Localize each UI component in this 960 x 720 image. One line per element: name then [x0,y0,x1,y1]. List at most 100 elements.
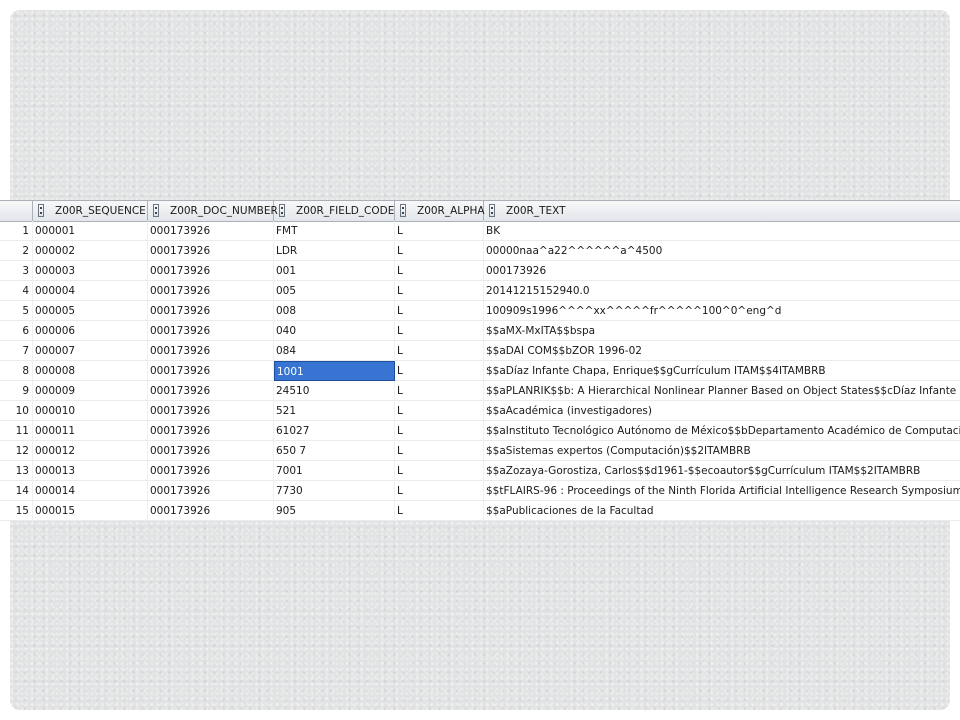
table-row[interactable]: 13 000013 000173926 7001 L $$aZozaya-Gorostiz… [0,461,960,481]
cell-sequence[interactable]: 000014 [33,481,148,501]
cell-doc-number[interactable]: 000173926 [148,401,274,421]
table-row[interactable]: 12 000012 000173926 650 7 L $$aSistemas exper… [0,441,960,461]
cell-doc-number[interactable]: 000173926 [148,381,274,401]
cell-doc-number[interactable]: 000173926 [148,441,274,461]
cell-sequence[interactable]: 000013 [33,461,148,481]
cell-text[interactable]: BK [484,221,960,241]
cell-sequence[interactable]: 000010 [33,401,148,421]
cell-sequence[interactable]: 000008 [33,361,148,381]
cell-sequence[interactable]: 000015 [33,501,148,521]
cell-field-code[interactable]: 24510 [274,381,395,401]
cell-doc-number[interactable]: 000173926 [148,421,274,441]
cell-text[interactable]: $$aDíaz Infante Chapa, Enrique$$gCurrícu… [484,361,960,381]
cell-sequence[interactable]: 000007 [33,341,148,361]
cell-text[interactable]: $$aInstituto Tecnológico Autónomo de Méx… [484,421,960,441]
column-header-doc-number[interactable]: Z00R_DOC_NUMBER [148,201,278,221]
cell-text[interactable]: $$tFLAIRS-96 : Proceedings of the Ninth … [484,481,960,501]
cell-text[interactable]: 00000naa^a22^^^^^^a^4500 [484,241,960,261]
column-header-sequence[interactable]: Z00R_SEQUENCE [33,201,148,221]
cell-text[interactable]: 100909s1996^^^^xx^^^^^fr^^^^^100^0^eng^d [484,301,960,321]
cell-doc-number[interactable]: 000173926 [148,221,274,241]
cell-sequence[interactable]: 000002 [33,241,148,261]
table-row[interactable]: 5 000005 000173926 008 L 100909s1996^^^^xx^^^… [0,301,960,321]
cell-alpha[interactable]: L [395,281,484,301]
sort-icon[interactable] [279,204,285,217]
sort-icon[interactable] [489,204,495,217]
table-row[interactable]: 9 000009 000173926 24510 L $$aPLANRIK$$b: A H… [0,381,960,401]
cell-sequence[interactable]: 000011 [33,421,148,441]
table-row[interactable]: 11 000011 000173926 61027 L $$aInstituto Tecn… [0,421,960,441]
column-header-field-code[interactable]: Z00R_FIELD_CODE [274,201,395,221]
cell-field-code[interactable]: LDR [274,241,395,261]
cell-alpha[interactable]: L [395,421,484,441]
cell-field-code[interactable]: 084 [274,341,395,361]
table-row[interactable]: 10 000010 000173926 521 L $$aAcadémica (inves… [0,401,960,421]
cell-field-code[interactable]: 005 [274,281,395,301]
cell-alpha[interactable]: L [395,501,484,521]
cell-text[interactable]: $$aZozaya-Gorostiza, Carlos$$d1961-$$eco… [484,461,960,481]
cell-field-code[interactable]: FMT [274,221,395,241]
table-row[interactable]: 3 000003 000173926 001 L 000173926 [0,261,960,281]
cell-alpha[interactable]: L [395,361,484,381]
cell-doc-number[interactable]: 000173926 [148,321,274,341]
cell-text[interactable]: $$aAcadémica (investigadores) [484,401,960,421]
cell-text[interactable]: 000173926 [484,261,960,281]
sort-icon[interactable] [38,204,44,217]
cell-sequence[interactable]: 000012 [33,441,148,461]
cell-field-code[interactable]: 7001 [274,461,395,481]
cell-text[interactable]: 20141215152940.0 [484,281,960,301]
table-row[interactable]: 7 000007 000173926 084 L $$aDAI COM$$bZOR 199… [0,341,960,361]
table-row[interactable]: 8 000008 000173926 1001 L $$aDíaz Infante Cha… [0,361,960,381]
cell-doc-number[interactable]: 000173926 [148,361,274,381]
cell-alpha[interactable]: L [395,441,484,461]
column-header-text[interactable]: Z00R_TEXT [484,201,960,221]
cell-doc-number[interactable]: 000173926 [148,301,274,321]
data-grid[interactable]: Z00R_SEQUENCE Z00R_DOC_NUMBER Z00R_FIELD… [0,200,960,521]
table-row[interactable]: 15 000015 000173926 905 L $$aPublicaciones de… [0,501,960,521]
cell-field-code[interactable]: 650 7 [274,441,395,461]
cell-alpha[interactable]: L [395,381,484,401]
table-row[interactable]: 1 000001 000173926 FMT L BK [0,221,960,241]
cell-text[interactable]: $$aDAI COM$$bZOR 1996-02 [484,341,960,361]
cell-text[interactable]: $$aPublicaciones de la Facultad [484,501,960,521]
cell-alpha[interactable]: L [395,221,484,241]
cell-text[interactable]: $$aPLANRIK$$b: A Hierarchical Nonlinear … [484,381,960,401]
cell-doc-number[interactable]: 000173926 [148,261,274,281]
cell-field-code[interactable]: 001 [274,261,395,281]
cell-doc-number[interactable]: 000173926 [148,481,274,501]
cell-alpha[interactable]: L [395,321,484,341]
cell-doc-number[interactable]: 000173926 [148,461,274,481]
sort-icon[interactable] [400,204,406,217]
table-row[interactable]: 6 000006 000173926 040 L $$aMX-MxITA$$bspa [0,321,960,341]
cell-doc-number[interactable]: 000173926 [148,501,274,521]
cell-alpha[interactable]: L [395,341,484,361]
table-row[interactable]: 4 000004 000173926 005 L 20141215152940.0 [0,281,960,301]
cell-doc-number[interactable]: 000173926 [148,281,274,301]
cell-sequence[interactable]: 000006 [33,321,148,341]
cell-field-code[interactable]: 521 [274,401,395,421]
cell-alpha[interactable]: L [395,401,484,421]
cell-sequence[interactable]: 000009 [33,381,148,401]
cell-text[interactable]: $$aMX-MxITA$$bspa [484,321,960,341]
table-row[interactable]: 2 000002 000173926 LDR L 00000naa^a22^^^^^^a^… [0,241,960,261]
cell-alpha[interactable]: L [395,241,484,261]
cell-alpha[interactable]: L [395,481,484,501]
cell-field-code[interactable]: 1001 [274,361,395,381]
cell-field-code[interactable]: 61027 [274,421,395,441]
cell-sequence[interactable]: 000005 [33,301,148,321]
cell-text[interactable]: $$aSistemas expertos (Computación)$$2ITA… [484,441,960,461]
column-header-alpha[interactable]: Z00R_ALPHA [395,201,485,221]
cell-alpha[interactable]: L [395,261,484,281]
cell-field-code[interactable]: 040 [274,321,395,341]
cell-alpha[interactable]: L [395,301,484,321]
cell-field-code[interactable]: 905 [274,501,395,521]
cell-sequence[interactable]: 000001 [33,221,148,241]
cell-field-code[interactable]: 008 [274,301,395,321]
sort-icon[interactable] [153,204,159,217]
cell-sequence[interactable]: 000004 [33,281,148,301]
cell-alpha[interactable]: L [395,461,484,481]
table-row[interactable]: 14 000014 000173926 7730 L $$tFLAIRS-96 : Pro… [0,481,960,501]
cell-doc-number[interactable]: 000173926 [148,241,274,261]
cell-sequence[interactable]: 000003 [33,261,148,281]
cell-field-code[interactable]: 7730 [274,481,395,501]
